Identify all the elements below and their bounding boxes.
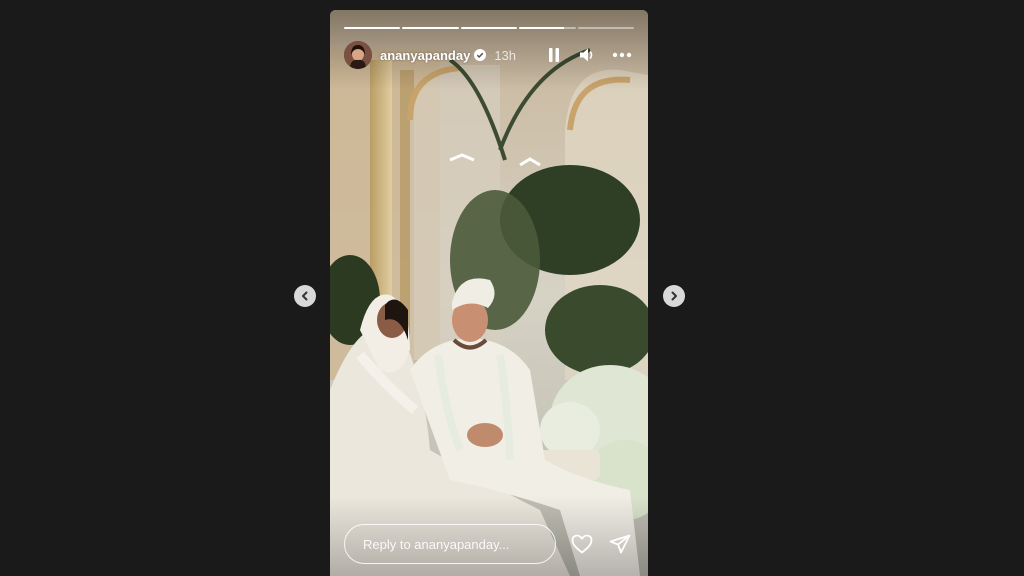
previous-story-button[interactable] <box>294 285 316 307</box>
chevron-right-icon <box>671 291 677 301</box>
story-controls <box>542 43 634 67</box>
speaker-icon <box>580 48 593 62</box>
reply-actions <box>570 532 632 556</box>
more-options-button[interactable] <box>610 43 634 67</box>
verified-badge-icon <box>474 49 487 61</box>
progress-fill <box>344 27 401 29</box>
progress-segment <box>344 27 401 29</box>
story-photo <box>330 10 648 576</box>
pause-button[interactable] <box>542 43 566 67</box>
progress-segment <box>577 27 635 29</box>
more-options-icon <box>612 52 632 58</box>
avatar[interactable] <box>344 41 372 69</box>
progress-fill <box>402 27 459 29</box>
pause-icon <box>549 48 559 62</box>
heart-icon <box>571 534 593 554</box>
share-button[interactable] <box>608 532 632 556</box>
username[interactable]: ananyapanday <box>380 48 470 63</box>
story-viewer: ananyapanday 13h <box>0 0 1024 576</box>
story-card[interactable]: ananyapanday 13h <box>330 10 648 576</box>
next-story-button[interactable] <box>663 285 685 307</box>
progress-segment <box>402 27 459 29</box>
progress-segment <box>519 27 576 29</box>
reply-bar <box>344 524 634 564</box>
progress-fill <box>460 27 518 29</box>
story-progress-bar <box>344 27 635 29</box>
reply-input[interactable] <box>344 524 556 564</box>
mute-button[interactable] <box>576 43 600 67</box>
progress-fill <box>519 27 565 29</box>
progress-segment <box>460 27 518 29</box>
time-ago: 13h <box>494 47 517 63</box>
story-header: ananyapanday 13h <box>344 40 634 70</box>
like-button[interactable] <box>570 532 594 556</box>
chevron-left-icon <box>302 291 308 301</box>
send-icon <box>609 534 631 554</box>
